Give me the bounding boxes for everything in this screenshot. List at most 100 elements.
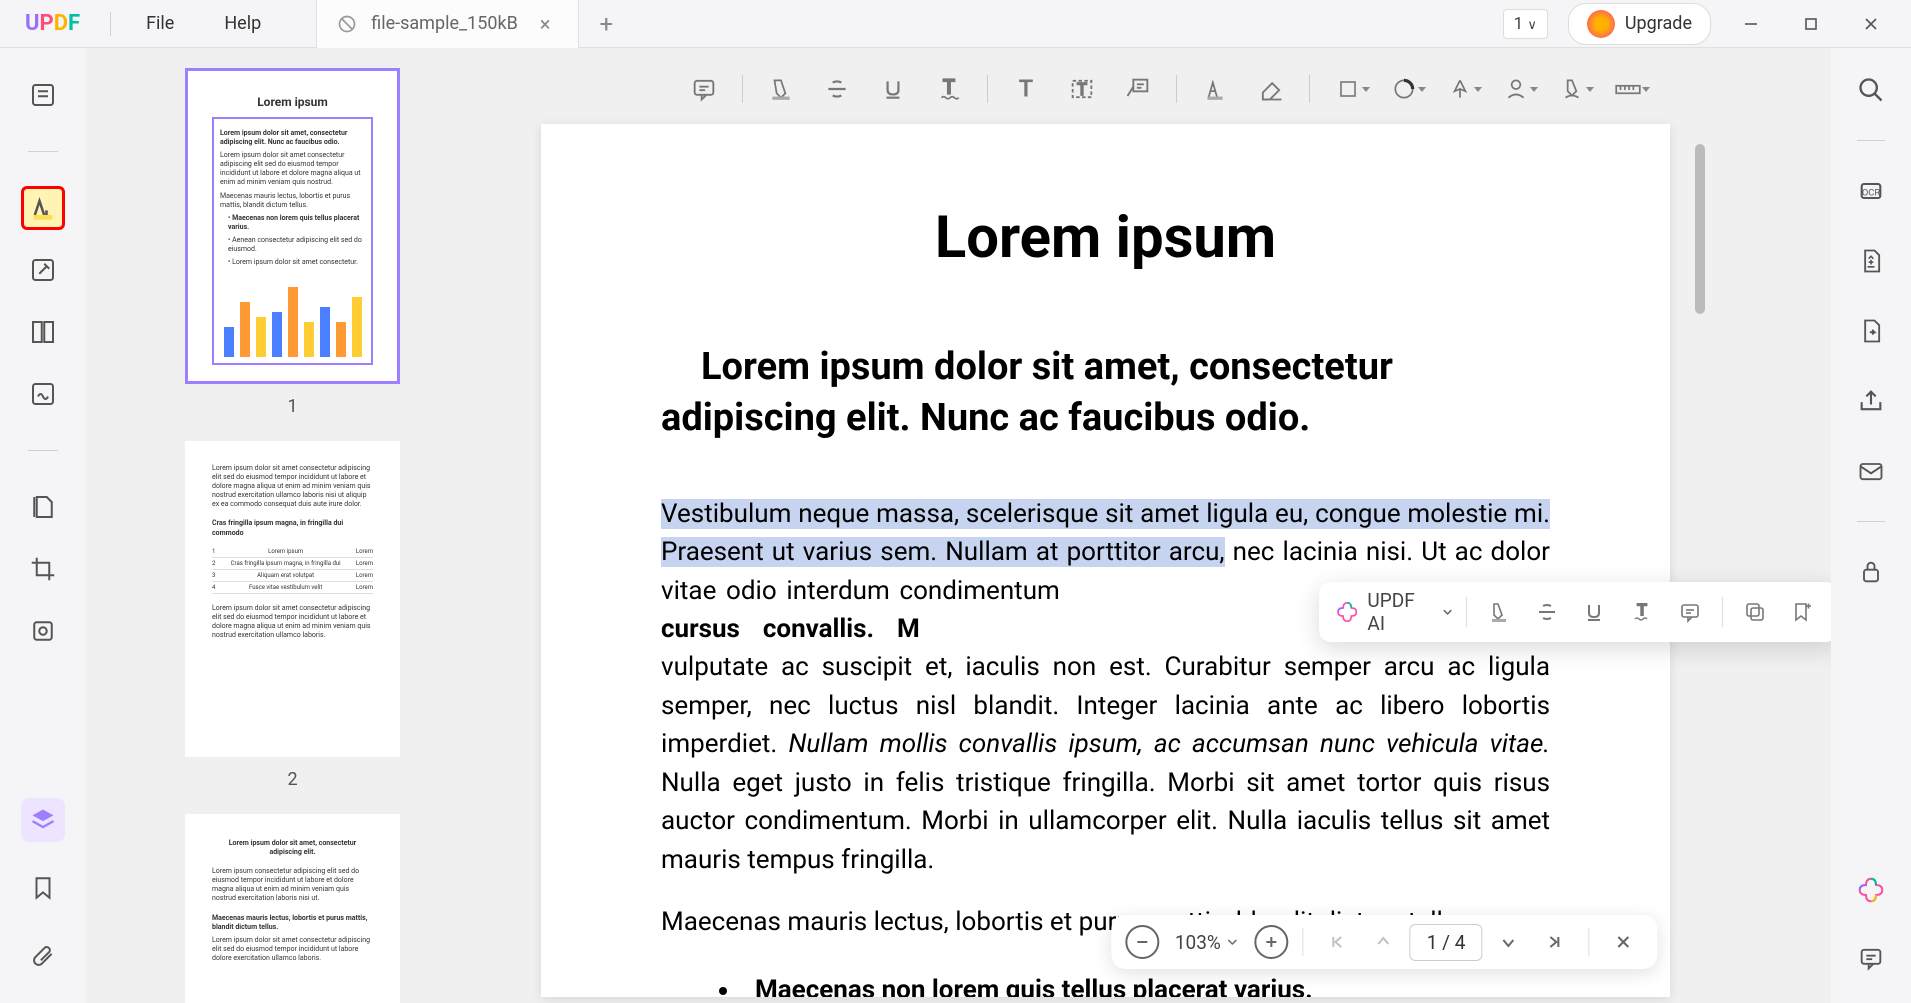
textbox-button[interactable]: T: [1058, 68, 1106, 110]
svg-text:T: T: [1637, 600, 1647, 619]
upgrade-icon: [1587, 10, 1615, 38]
note-button[interactable]: [680, 68, 728, 110]
squiggly-button[interactable]: T: [925, 68, 973, 110]
thumbnail-page-2[interactable]: Lorem ipsum dolor sit amet consectetur a…: [185, 441, 400, 757]
separator: [987, 75, 988, 103]
protect-button[interactable]: [1851, 552, 1891, 592]
separator: [1857, 521, 1885, 522]
close-nav-button[interactable]: [1603, 922, 1643, 962]
eraser-button[interactable]: [1247, 68, 1295, 110]
thumbnail-number-1: 1: [287, 396, 297, 417]
menu-file[interactable]: File: [121, 13, 199, 34]
fill-sign-button[interactable]: [21, 372, 65, 416]
sel-underline-button[interactable]: [1574, 591, 1614, 633]
sel-comment-button[interactable]: [1670, 591, 1710, 633]
first-page-button[interactable]: [1318, 922, 1358, 962]
prev-page-button[interactable]: [1364, 922, 1404, 962]
list-item: Maecenas non lorem quis tellus placerat …: [741, 966, 1550, 997]
comments-panel-button[interactable]: [1851, 938, 1891, 978]
area-highlight-button[interactable]: [1548, 68, 1596, 110]
separator: [1466, 597, 1467, 627]
sel-bookmark-button[interactable]: [1783, 591, 1823, 633]
doc-bullet-list: Maecenas non lorem quis tellus placerat …: [741, 966, 1550, 997]
sel-squiggly-button[interactable]: T: [1622, 591, 1662, 633]
redact-button[interactable]: [21, 485, 65, 529]
tab-pdf-icon: [337, 14, 357, 34]
main-area: Lorem ipsum Lorem ipsum dolor sit amet, …: [0, 48, 1911, 1003]
page-navigation-bar: 103% 1 / 4: [1111, 915, 1658, 969]
document-tab[interactable]: file-sample_150kB ×: [316, 0, 579, 48]
comment-mode-button[interactable]: [21, 186, 65, 230]
separator: [1588, 928, 1589, 956]
reader-mode-button[interactable]: [21, 73, 65, 117]
thumbnail-page-3[interactable]: Lorem ipsum dolor sit amet, consectetur …: [185, 814, 400, 1003]
page-indicator[interactable]: 1 / 4: [1410, 924, 1483, 961]
separator: [1303, 928, 1304, 956]
tab-title: file-sample_150kB: [371, 13, 518, 34]
zoom-level[interactable]: 103%: [1165, 931, 1249, 954]
maximize-button[interactable]: [1791, 4, 1831, 44]
page-dropdown[interactable]: 1 ∨: [1503, 9, 1548, 39]
bookmark-button[interactable]: [21, 866, 65, 910]
doc-title: Lorem ipsum: [661, 204, 1550, 272]
tools-button[interactable]: [21, 609, 65, 653]
layers-button[interactable]: [21, 798, 65, 842]
search-button[interactable]: [1851, 70, 1891, 110]
text-button[interactable]: T: [1002, 68, 1050, 110]
last-page-button[interactable]: [1534, 922, 1574, 962]
upgrade-button[interactable]: Upgrade: [1568, 3, 1711, 45]
minimize-button[interactable]: [1731, 4, 1771, 44]
svg-text:OCR: OCR: [1862, 188, 1880, 199]
zoom-in-button[interactable]: [1255, 925, 1289, 959]
organize-pages-button[interactable]: [21, 310, 65, 354]
highlight-button[interactable]: [757, 68, 805, 110]
sel-highlight-button[interactable]: [1479, 591, 1519, 633]
updf-ai-button[interactable]: UPDF AI: [1335, 589, 1454, 635]
separator: [1722, 597, 1723, 627]
doc-subtitle: Lorem ipsum dolor sit amet, consectetur …: [661, 342, 1550, 445]
convert-button[interactable]: [1851, 241, 1891, 281]
thumbnail-number-2: 2: [287, 769, 297, 790]
app-logo: UPDF: [25, 11, 80, 36]
crop-button[interactable]: [21, 547, 65, 591]
shape-button[interactable]: [1324, 68, 1372, 110]
chevron-down-icon: [1441, 605, 1454, 619]
sticker-button[interactable]: [1436, 68, 1484, 110]
underline-button[interactable]: [869, 68, 917, 110]
new-tab-button[interactable]: +: [579, 10, 633, 38]
chevron-down-icon: [1227, 936, 1239, 948]
svg-text:T: T: [1077, 80, 1087, 99]
ai-icon: [1335, 599, 1359, 625]
right-toolbar: OCR: [1831, 48, 1911, 1003]
edit-mode-button[interactable]: [21, 248, 65, 292]
callout-button[interactable]: [1114, 68, 1162, 110]
separator: [1176, 75, 1177, 103]
thumbnails-panel: Lorem ipsum Lorem ipsum dolor sit amet, …: [85, 48, 500, 1003]
tab-close-button[interactable]: ×: [532, 12, 559, 36]
signature-button[interactable]: [1492, 68, 1540, 110]
sel-strikethrough-button[interactable]: [1527, 591, 1567, 633]
separator: [28, 151, 58, 152]
menu-help[interactable]: Help: [199, 13, 286, 34]
stamp-button[interactable]: [1380, 68, 1428, 110]
scrollbar[interactable]: [1695, 144, 1705, 314]
strikethrough-button[interactable]: [813, 68, 861, 110]
compress-button[interactable]: [1851, 311, 1891, 351]
next-page-button[interactable]: [1488, 922, 1528, 962]
separator: [28, 450, 58, 451]
sel-copy-button[interactable]: [1735, 591, 1775, 633]
thumbnail-page-1[interactable]: Lorem ipsum Lorem ipsum dolor sit amet, …: [185, 68, 400, 384]
svg-text:T: T: [1018, 76, 1033, 102]
separator: [742, 75, 743, 103]
email-button[interactable]: [1851, 451, 1891, 491]
share-button[interactable]: [1851, 381, 1891, 421]
page-view[interactable]: Lorem ipsum Lorem ipsum dolor sit amet, …: [541, 124, 1670, 997]
zoom-out-button[interactable]: [1125, 925, 1159, 959]
ai-assistant-button[interactable]: [1851, 870, 1891, 910]
measure-button[interactable]: [1604, 68, 1652, 110]
annotation-toolbar: T T T: [670, 62, 1662, 116]
pencil-button[interactable]: [1191, 68, 1239, 110]
attachment-button[interactable]: [21, 934, 65, 978]
close-button[interactable]: [1851, 4, 1891, 44]
ocr-button[interactable]: OCR: [1851, 171, 1891, 211]
